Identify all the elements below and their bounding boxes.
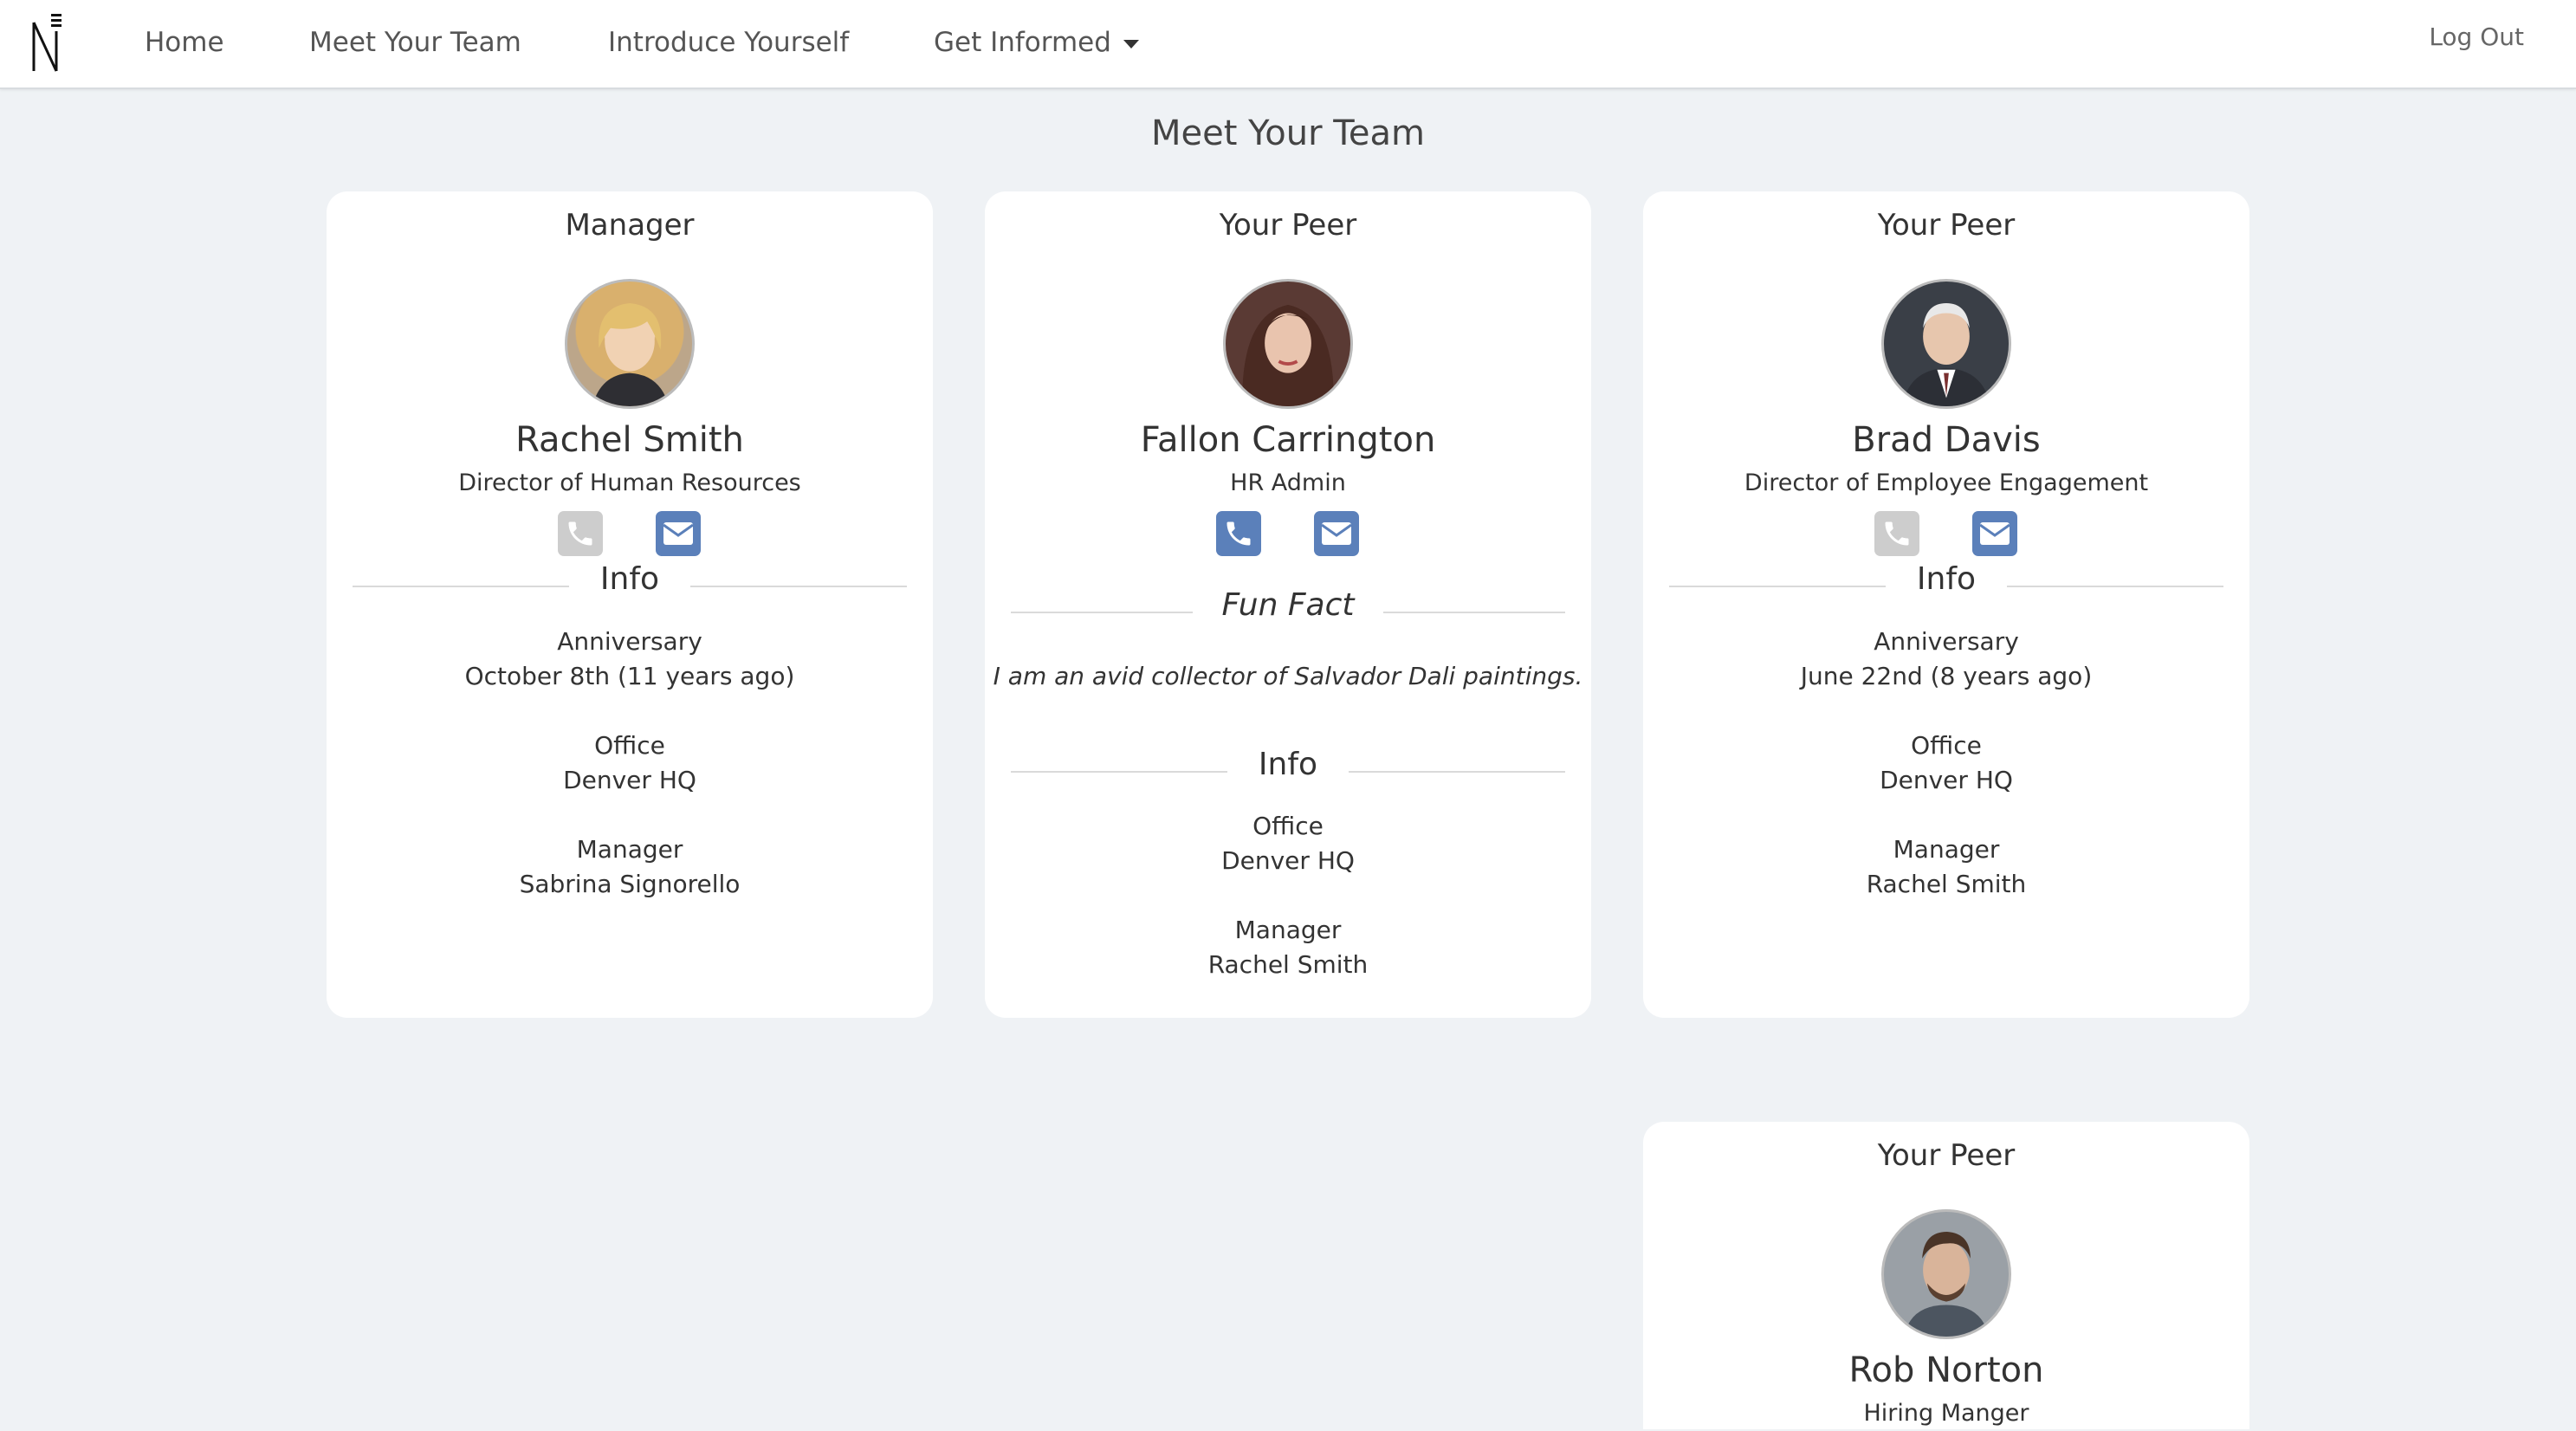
card-job-title: Hiring Manger [1863,1400,2029,1427]
card-job-title: Director of Employee Engagement [1744,469,2149,496]
manager-label: Manager [576,835,683,864]
phone-button[interactable] [558,511,603,556]
manager-value: Rachel Smith [1207,950,1369,979]
brand-logo-icon[interactable] [29,12,62,74]
email-button[interactable] [656,511,701,556]
avatar-photo [1904,1232,1989,1337]
page-title: Meet Your Team [1151,113,1425,153]
manager-label: Manager [1234,916,1342,944]
phone-icon [568,521,592,546]
avatar-photo [592,302,670,406]
avatar-rachel-smith [565,279,695,409]
nav-home[interactable]: Home [145,23,224,62]
office-value: Denver HQ [1221,846,1355,875]
email-button[interactable] [1972,511,2017,556]
office-label: Office [1911,731,1982,760]
office-label: Office [1252,812,1324,840]
fun-fact-text: I am an avid collector of Salvador Dali … [993,662,1583,690]
info-heading: Info [1916,561,1977,597]
team-card-rachel-smith: Manager Rachel Smith Director of Human R… [327,191,933,1018]
avatar-brad-davis [1881,279,2011,409]
avatar-fallon-carrington [1223,279,1353,409]
card-job-title: Director of Human Resources [458,469,801,496]
email-button[interactable] [1314,511,1359,556]
card-name: Rachel Smith [515,420,744,460]
envelope-icon [663,522,694,545]
manager-value: Rachel Smith [1866,870,2027,898]
team-card-fallon-carrington: Your Peer Fallon Carrington HR Admin Fun… [985,191,1591,1018]
phone-icon [1227,521,1251,546]
office-label: Office [594,731,665,760]
card-role: Your Peer [1877,1138,2016,1173]
team-card-rob-norton: Your Peer Rob Norton Hiring Manger [1643,1122,2249,1429]
info-heading: Info [599,561,660,597]
anniversary-value: October 8th (11 years ago) [464,662,795,690]
phone-button[interactable] [1216,511,1261,556]
team-card-brad-davis: Your Peer Brad Davis Director of Employe… [1643,191,2249,1018]
office-value: Denver HQ [563,766,696,794]
envelope-icon [1321,522,1352,545]
caret-down-icon [1123,39,1139,49]
anniversary-value: June 22nd (8 years ago) [1800,662,2093,690]
card-name: Brad Davis [1852,420,2041,460]
fun-fact-heading: Fun Fact [1221,587,1355,623]
nav-meet-your-team[interactable]: Meet Your Team [309,23,521,62]
anniversary-label: Anniversary [557,627,702,656]
card-job-title: HR Admin [1230,469,1346,496]
manager-value: Sabrina Signorello [519,870,741,898]
anniversary-label: Anniversary [1874,627,2019,656]
card-name: Fallon Carrington [1140,420,1436,460]
phone-button[interactable] [1874,511,1919,556]
envelope-icon [1979,522,2010,545]
info-heading: Info [1258,747,1318,782]
nav-get-informed[interactable]: Get Informed [934,23,1139,62]
nav-get-informed-label: Get Informed [934,27,1111,58]
phone-icon [1885,521,1909,546]
manager-label: Manager [1893,835,2000,864]
nav-introduce-yourself[interactable]: Introduce Yourself [608,23,849,62]
office-value: Denver HQ [1880,766,2013,794]
card-role: Your Peer [1219,208,1357,243]
card-name: Rob Norton [1848,1350,2044,1390]
logout-link[interactable]: Log Out [2429,17,2524,57]
avatar-rob-norton [1881,1209,2011,1339]
avatar-photo [1242,304,1334,406]
avatar-photo [1902,302,1990,406]
top-navbar: Home Meet Your Team Introduce Yourself G… [0,0,2576,89]
card-role: Manager [565,208,695,243]
card-role: Your Peer [1877,208,2016,243]
